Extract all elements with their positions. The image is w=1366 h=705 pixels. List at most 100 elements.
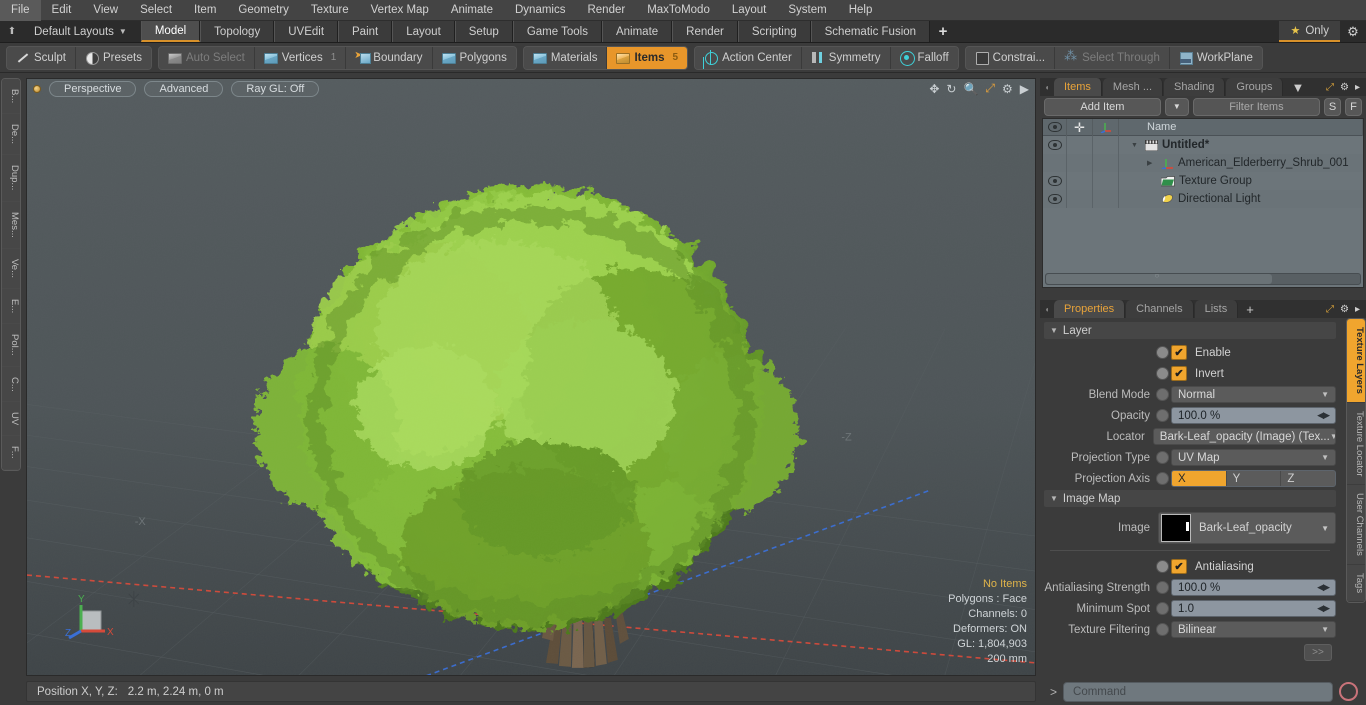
toolbar-button-symmetry[interactable]: Symmetry — [801, 46, 891, 69]
viewport-perspective-button[interactable]: Perspective — [49, 81, 137, 97]
chevron-down-icon[interactable]: ▼ — [1321, 390, 1329, 399]
items-tab-items[interactable]: Items — [1054, 78, 1102, 96]
items-list-scrollbar[interactable] — [1045, 271, 1361, 285]
toolbar-button-materials[interactable]: Materials — [523, 46, 608, 69]
left-tab-3[interactable]: Mes... — [2, 201, 20, 249]
toolbar-button-boundary[interactable]: Boundary — [346, 46, 433, 69]
checkbox-antialiasing[interactable]: ✔ — [1171, 559, 1187, 574]
dropdown-projection-type[interactable]: UV Map ▼ — [1171, 449, 1336, 466]
properties-panel-menu-icon[interactable]: ◖ — [1040, 300, 1054, 318]
layout-tab-uvedit[interactable]: UVEdit — [274, 21, 339, 42]
row-lock-toggle[interactable] — [1067, 190, 1093, 208]
layout-tab-render[interactable]: Render — [672, 21, 738, 42]
value-field-minimum-spot[interactable]: 1.0 ◀▶ — [1171, 600, 1336, 617]
gear-icon[interactable]: ⚙ — [1340, 21, 1366, 42]
row-axis-toggle[interactable] — [1093, 172, 1119, 190]
items-row[interactable]: Texture Group — [1043, 172, 1363, 190]
row-name-cell[interactable]: ▶ American_Elderberry_Shrub_001 — [1119, 154, 1363, 172]
add-item-caret-icon[interactable]: ▼ — [1164, 98, 1189, 116]
menu-item-vertex-map[interactable]: Vertex Map — [360, 0, 440, 21]
row-visibility-toggle[interactable] — [1043, 172, 1067, 190]
items-more-icon[interactable]: ▸ — [1355, 82, 1360, 93]
layout-tab-topology[interactable]: Topology — [200, 21, 275, 42]
toolbar-button-select-through[interactable]: Select Through — [1055, 46, 1170, 69]
properties-tab-channels[interactable]: Channels — [1126, 300, 1194, 318]
layout-home-icon[interactable]: ⬆ — [0, 21, 24, 42]
items-panel-menu-icon[interactable]: ◖ — [1040, 78, 1054, 96]
toolbar-button-vertices[interactable]: Vertices 1 — [254, 46, 347, 69]
properties-gear-icon[interactable]: ⚙ — [1340, 304, 1349, 315]
toolbar-button-sculpt[interactable]: Sculpt — [7, 46, 76, 69]
axis-selector[interactable]: XYZ — [1171, 470, 1336, 487]
toolbar-button-items[interactable]: Items 5 — [607, 46, 688, 69]
left-tab-2[interactable]: Dup... — [2, 155, 20, 202]
layout-tab-layout[interactable]: Layout — [392, 21, 455, 42]
add-layout-tab-button[interactable]: + — [930, 21, 956, 42]
items-scroll-thumb[interactable] — [1046, 271, 1273, 284]
left-tab-9[interactable]: F... — [2, 436, 20, 471]
menu-item-view[interactable]: View — [82, 0, 129, 21]
toolbar-button-presets[interactable]: Presets — [75, 46, 151, 69]
items-tree-list[interactable]: ✛ Name ▼ Untitled* ▶ American_Elderberry_Sh… — [1042, 118, 1364, 288]
row-lock-toggle[interactable] — [1067, 136, 1093, 154]
row-name-cell[interactable]: Texture Group — [1119, 172, 1363, 190]
properties-more-icon[interactable]: ▸ — [1355, 304, 1360, 315]
chevron-down-icon[interactable]: ▼ — [1131, 142, 1141, 149]
value-field-antialiasing-strength[interactable]: 100.0 % ◀▶ — [1171, 579, 1336, 596]
row-name-cell[interactable]: ▼ Untitled* — [1119, 136, 1363, 154]
viewport-menu-dot-icon[interactable] — [33, 85, 41, 93]
stepper-arrows-icon[interactable]: ◀▶ — [1317, 603, 1330, 614]
left-tab-5[interactable]: E... — [2, 288, 20, 324]
fit-icon[interactable]: ⤢ — [985, 81, 995, 96]
axis-option-z[interactable]: Z — [1281, 471, 1335, 486]
viewport-shading-button[interactable]: Advanced — [144, 81, 224, 97]
properties-expand-icon[interactable]: ⤢ — [1326, 304, 1334, 315]
add-item-button[interactable]: Add Item — [1044, 98, 1161, 116]
menu-item-dynamics[interactable]: Dynamics — [504, 0, 576, 21]
viewport-3d[interactable]: -X -Z Perspective Advanced Ray GL: Off ✥… — [26, 78, 1036, 676]
properties-tab-properties[interactable]: Properties — [1054, 300, 1126, 318]
side-tab-tags[interactable]: Tags — [1347, 565, 1365, 603]
toolbar-button-workplane[interactable]: WorkPlane — [1169, 46, 1262, 69]
layout-tab-paint[interactable]: Paint — [338, 21, 393, 42]
items-filter-f-button[interactable]: F — [1345, 98, 1362, 116]
zoom-icon[interactable]: 🔍 — [963, 82, 978, 96]
menu-item-render[interactable]: Render — [576, 0, 636, 21]
row-lock-toggle[interactable] — [1067, 154, 1093, 172]
property-anim-dot[interactable] — [1156, 472, 1169, 485]
move-icon[interactable]: ✥ — [929, 82, 939, 96]
image-picker[interactable]: Bark-Leaf_opacity ▼ — [1158, 512, 1336, 544]
row-visibility-toggle[interactable] — [1043, 154, 1067, 172]
property-anim-dot[interactable] — [1156, 451, 1169, 464]
row-name-cell[interactable]: Directional Light — [1119, 190, 1363, 208]
property-anim-dot[interactable] — [1156, 602, 1169, 615]
items-tab-groups[interactable]: Groups — [1226, 78, 1284, 96]
add-properties-tab-button[interactable]: + — [1239, 300, 1261, 318]
chevron-right-icon[interactable]: ▶ — [1147, 159, 1157, 167]
row-visibility-toggle[interactable] — [1043, 190, 1067, 208]
section-header-layer[interactable]: ▼ Layer — [1044, 322, 1336, 339]
items-tab-mesh[interactable]: Mesh ... — [1102, 78, 1164, 96]
side-tab-texture-locator[interactable]: Texture Locator — [1347, 402, 1365, 486]
side-tab-texture-layers[interactable]: Texture Layers — [1347, 319, 1365, 403]
filter-items-input[interactable]: Filter Items — [1192, 98, 1320, 116]
items-filter-s-button[interactable]: S — [1324, 98, 1341, 116]
menu-item-maxtomodo[interactable]: MaxToModo — [636, 0, 721, 21]
menu-item-file[interactable]: File — [0, 0, 41, 21]
items-row[interactable]: Directional Light — [1043, 190, 1363, 208]
items-row[interactable]: ▼ Untitled* — [1043, 136, 1363, 154]
menu-item-help[interactable]: Help — [838, 0, 884, 21]
chevron-down-icon[interactable]: ▼ — [1321, 524, 1329, 533]
rotate-icon[interactable]: ↻ — [946, 82, 956, 96]
chevron-down-icon[interactable]: ▼ — [1330, 432, 1335, 441]
dropdown-blend-mode[interactable]: Normal ▼ — [1171, 386, 1336, 403]
chevron-down-icon[interactable]: ▼ — [1321, 625, 1329, 634]
value-field-opacity[interactable]: 100.0 % ◀▶ — [1171, 407, 1336, 424]
checkbox-enable[interactable]: ✔ — [1171, 345, 1187, 360]
chevron-down-icon[interactable]: ▼ — [1321, 453, 1329, 462]
left-tab-6[interactable]: Pol... — [2, 323, 20, 367]
section-header-image-map[interactable]: ▼ Image Map — [1044, 490, 1336, 507]
goto-button[interactable]: >> — [1304, 644, 1332, 661]
menu-item-select[interactable]: Select — [129, 0, 183, 21]
toolbar-button-polygons[interactable]: Polygons — [432, 46, 516, 69]
